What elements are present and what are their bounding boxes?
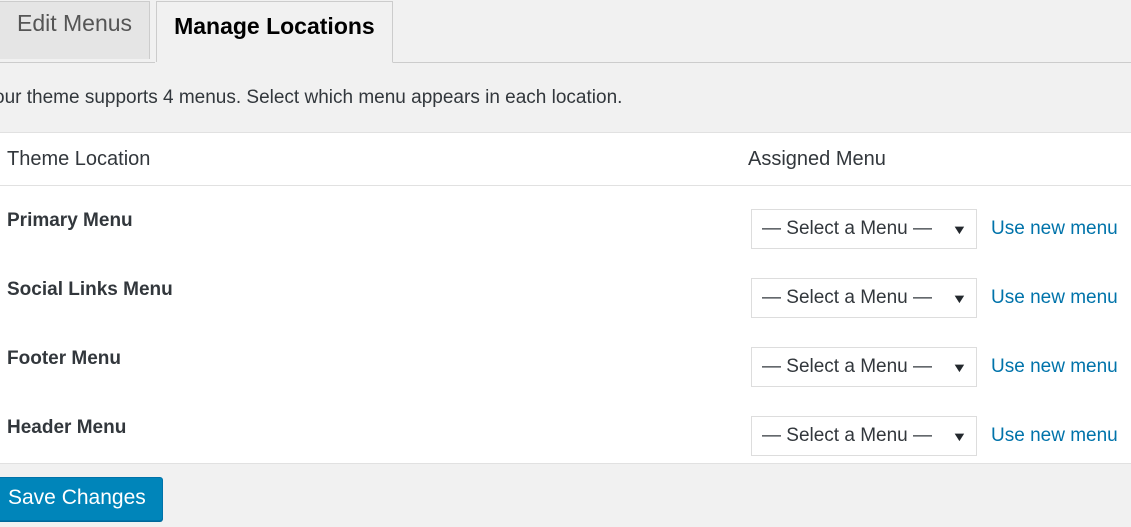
assigned-menu-select-value: — Select a Menu — [762, 356, 933, 377]
chevron-down-icon: ▼ [951, 290, 968, 306]
assigned-menu-cell: — Select a Menu — ▼ Use new menu [751, 347, 1118, 387]
table-header-row: Theme Location Assigned Menu [0, 133, 1131, 186]
assigned-menu-cell: — Select a Menu — ▼ Use new menu [751, 278, 1118, 318]
chevron-down-icon: ▼ [951, 359, 968, 375]
form-submit-area: Save Changes [0, 464, 1131, 527]
assigned-menu-select[interactable]: — Select a Menu — ▼ [751, 278, 977, 318]
column-header-theme-location: Theme Location [7, 148, 151, 170]
use-new-menu-link[interactable]: Use new menu [991, 287, 1118, 309]
use-new-menu-link[interactable]: Use new menu [991, 425, 1118, 447]
assigned-menu-select[interactable]: — Select a Menu — ▼ [751, 347, 977, 387]
assigned-menu-select[interactable]: — Select a Menu — ▼ [751, 416, 977, 456]
assigned-menu-select-value: — Select a Menu — [762, 287, 933, 308]
table-row: Social Links Menu — Select a Menu — ▼ Us… [0, 255, 1131, 324]
use-new-menu-link[interactable]: Use new menu [991, 356, 1118, 378]
assigned-menu-select-value: — Select a Menu — [762, 218, 933, 239]
use-new-menu-link[interactable]: Use new menu [991, 218, 1118, 240]
theme-location-label: Primary Menu [7, 210, 133, 231]
assigned-menu-cell: — Select a Menu — ▼ Use new menu [751, 209, 1118, 249]
locations-description-band: our theme supports 4 menus. Select which… [0, 63, 1131, 132]
menu-locations-table: Theme Location Assigned Menu Primary Men… [0, 132, 1131, 464]
tab-edit-menus[interactable]: Edit Menus [0, 1, 151, 59]
save-changes-button[interactable]: Save Changes [0, 477, 163, 521]
table-row: Primary Menu — Select a Menu — ▼ Use new… [0, 186, 1131, 255]
locations-description-text: our theme supports 4 menus. Select which… [0, 87, 623, 108]
tab-bar: Edit Menus Manage Locations [0, 0, 1131, 63]
chevron-down-icon: ▼ [951, 221, 968, 237]
theme-location-label: Header Menu [7, 417, 127, 438]
theme-location-label: Social Links Menu [7, 279, 173, 300]
tab-list: Edit Menus Manage Locations [0, 1, 393, 63]
active-tab-baseline-mask [155, 62, 355, 63]
column-header-assigned-menu: Assigned Menu [748, 148, 886, 170]
assigned-menu-select[interactable]: — Select a Menu — ▼ [751, 209, 977, 249]
assigned-menu-select-value: — Select a Menu — [762, 425, 933, 446]
table-row: Footer Menu — Select a Menu — ▼ Use new … [0, 324, 1131, 393]
chevron-down-icon: ▼ [951, 428, 968, 444]
table-row: Header Menu — Select a Menu — ▼ Use new … [0, 393, 1131, 462]
tab-manage-locations[interactable]: Manage Locations [156, 1, 393, 63]
assigned-menu-cell: — Select a Menu — ▼ Use new menu [751, 416, 1118, 456]
theme-location-label: Footer Menu [7, 348, 121, 369]
